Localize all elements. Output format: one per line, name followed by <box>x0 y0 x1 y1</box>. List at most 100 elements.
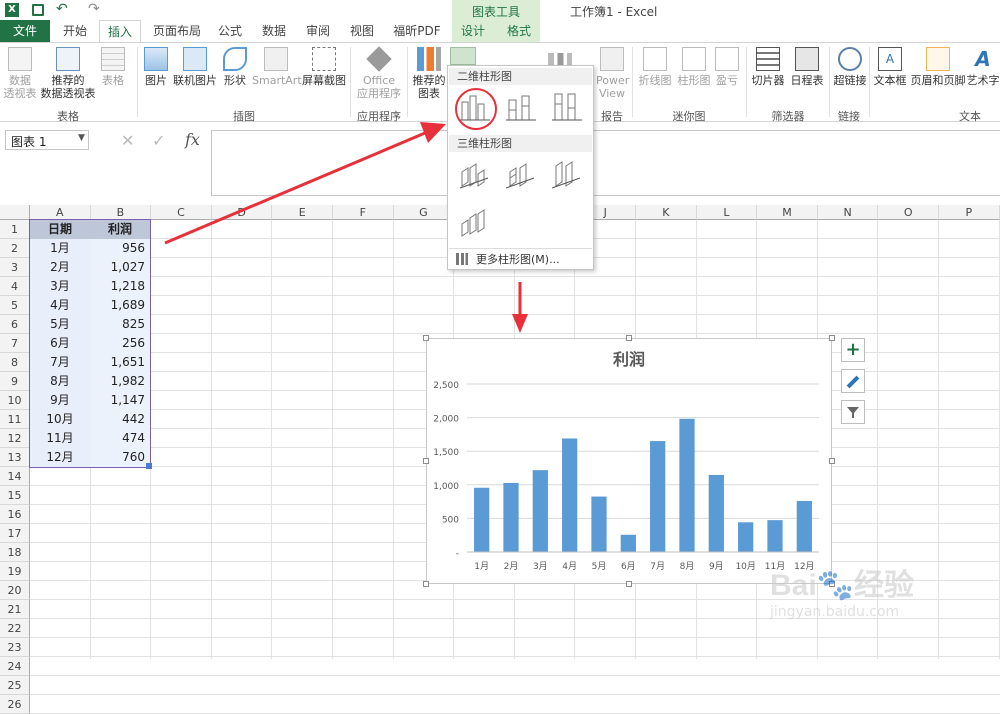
sparkline-line-button[interactable]: 折线图 <box>636 47 674 87</box>
screenshot-button[interactable]: 屏幕截图 <box>302 47 346 87</box>
tab-format[interactable]: 格式 <box>498 20 540 42</box>
enter-icon[interactable]: ✓ <box>152 131 165 150</box>
row-header-10[interactable]: 10 <box>0 391 30 410</box>
power-view-button[interactable]: Power View <box>596 47 629 100</box>
row-header-22[interactable]: 22 <box>0 619 30 638</box>
row-header-6[interactable]: 6 <box>0 315 30 334</box>
embedded-chart[interactable]: 利润 - 500 1,000 1,500 2,000 2,500 1月 2月 3月 4月 5月 6月 7月… <box>426 338 832 584</box>
formula-input[interactable] <box>211 130 1000 196</box>
office-apps-button[interactable]: Office 应用程序 <box>354 46 404 100</box>
column-header-A[interactable]: A <box>30 205 91 220</box>
tab-file[interactable]: 文件 <box>0 20 50 42</box>
chart-resize-handle[interactable] <box>829 335 835 341</box>
chart-styles-button[interactable] <box>841 369 865 393</box>
tab-data[interactable]: 数据 <box>254 20 294 42</box>
row-header-4[interactable]: 4 <box>0 277 30 296</box>
radar-chart-dropdown-button[interactable] <box>506 47 528 65</box>
3d-100-stacked-column-icon[interactable] <box>550 158 584 192</box>
picture-button[interactable]: 图片 <box>142 47 170 87</box>
row-header-24[interactable]: 24 <box>0 657 30 676</box>
more-column-charts-link[interactable]: 更多柱形图(M)... <box>476 251 560 267</box>
row-header-13[interactable]: 13 <box>0 448 30 467</box>
name-box-dropdown-icon[interactable]: ▼ <box>78 133 85 143</box>
header-footer-button[interactable]: 页眉和页脚 <box>910 47 966 87</box>
shapes-button[interactable]: 形状 <box>220 47 250 87</box>
tab-page-layout[interactable]: 页面布局 <box>146 20 208 42</box>
chart-resize-handle[interactable] <box>829 458 835 464</box>
row-header-18[interactable]: 18 <box>0 543 30 562</box>
column-header-B[interactable]: B <box>90 205 152 220</box>
tab-foxit-pdf[interactable]: 福昕PDF <box>386 20 448 42</box>
tab-formulas[interactable]: 公式 <box>210 20 250 42</box>
undo-icon[interactable]: ↶ <box>56 1 68 17</box>
column-header-O[interactable]: O <box>878 205 939 220</box>
3d-stacked-column-icon[interactable] <box>504 158 538 192</box>
100-stacked-column-icon[interactable] <box>550 90 584 124</box>
row-header-7[interactable]: 7 <box>0 334 30 353</box>
row-header-15[interactable]: 15 <box>0 486 30 505</box>
tab-review[interactable]: 审阅 <box>298 20 338 42</box>
fx-icon[interactable]: fx <box>185 130 200 149</box>
smartart-button[interactable]: SmartArt <box>252 47 302 87</box>
tab-view[interactable]: 视图 <box>342 20 382 42</box>
chart-resize-handle[interactable] <box>423 335 429 341</box>
bar-chart-dropdown-button[interactable] <box>480 47 502 65</box>
slicer-button[interactable]: 切片器 <box>750 47 786 87</box>
sparkline-winloss-button[interactable]: 盈亏 <box>714 47 740 87</box>
chart-resize-handle[interactable] <box>626 581 632 587</box>
column-header-M[interactable]: M <box>757 205 818 220</box>
row-header-20[interactable]: 20 <box>0 581 30 600</box>
row-header-19[interactable]: 19 <box>0 562 30 581</box>
row-header-26[interactable]: 26 <box>0 695 30 714</box>
column-header-L[interactable]: L <box>696 205 758 220</box>
tab-home[interactable]: 开始 <box>52 20 98 42</box>
redo-icon[interactable]: ↷ <box>88 1 100 17</box>
column-header-N[interactable]: N <box>817 205 879 220</box>
tab-insert[interactable]: 插入 <box>99 20 141 42</box>
column-header-F[interactable]: F <box>333 205 394 220</box>
column-header-P[interactable]: P <box>939 205 1000 220</box>
row-header-8[interactable]: 8 <box>0 353 30 372</box>
column-header-D[interactable]: D <box>211 205 273 220</box>
cancel-icon[interactable]: ✕ <box>121 131 134 150</box>
row-header-9[interactable]: 9 <box>0 372 30 391</box>
row-header-16[interactable]: 16 <box>0 505 30 524</box>
chart-elements-button[interactable]: + <box>841 338 865 362</box>
row-header-5[interactable]: 5 <box>0 296 30 315</box>
row-header-1[interactable]: 1 <box>0 220 30 239</box>
name-box[interactable]: 图表 1 <box>5 130 89 150</box>
range-handle[interactable] <box>146 463 152 469</box>
column-header-K[interactable]: K <box>636 205 697 220</box>
recommended-pivot-button[interactable]: 推荐的 数据透视表 <box>40 47 96 100</box>
row-header-12[interactable]: 12 <box>0 429 30 448</box>
select-all-corner[interactable] <box>0 205 30 220</box>
tab-design[interactable]: 设计 <box>452 20 494 42</box>
save-icon[interactable] <box>32 4 44 16</box>
hyperlink-button[interactable]: 超链接 <box>832 47 868 87</box>
row-header-23[interactable]: 23 <box>0 638 30 657</box>
sparkline-column-button[interactable]: 柱形图 <box>676 47 712 87</box>
textbox-button[interactable]: A 文本框 <box>872 47 908 87</box>
3d-clustered-column-icon[interactable] <box>458 158 492 192</box>
chart-resize-handle[interactable] <box>423 581 429 587</box>
row-header-14[interactable]: 14 <box>0 467 30 486</box>
pivot-table-button[interactable]: 数据 透视表 <box>2 47 38 100</box>
timeline-button[interactable]: 日程表 <box>788 47 826 87</box>
3d-column-icon[interactable] <box>458 206 492 240</box>
row-header-3[interactable]: 3 <box>0 258 30 277</box>
recommended-charts-button[interactable]: 推荐的 图表 <box>410 47 448 100</box>
table-button[interactable]: 表格 <box>98 47 128 87</box>
row-header-25[interactable]: 25 <box>0 676 30 695</box>
stacked-column-icon[interactable] <box>504 90 538 124</box>
chart-resize-handle[interactable] <box>626 335 632 341</box>
chart-resize-handle[interactable] <box>423 458 429 464</box>
row-header-17[interactable]: 17 <box>0 524 30 543</box>
wordart-button[interactable]: A 艺术字 <box>966 47 1000 87</box>
column-chart-dropdown-button[interactable] <box>450 47 476 65</box>
row-header-21[interactable]: 21 <box>0 600 30 619</box>
column-header-G[interactable]: G <box>393 205 455 220</box>
row-header-11[interactable]: 11 <box>0 410 30 429</box>
column-header-E[interactable]: E <box>272 205 333 220</box>
chart-filters-button[interactable] <box>841 400 865 424</box>
row-header-2[interactable]: 2 <box>0 239 30 258</box>
